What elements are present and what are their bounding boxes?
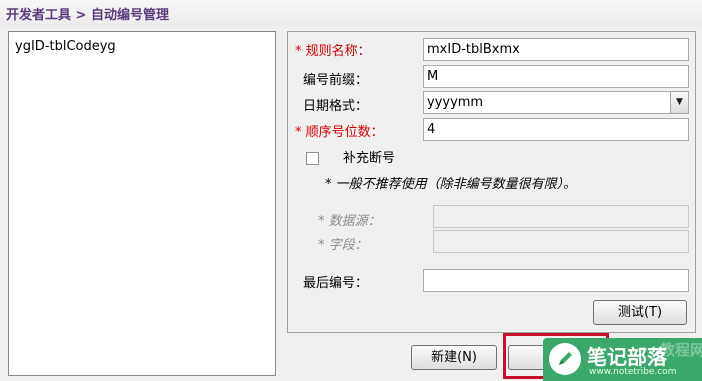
code-rule-list[interactable]: ygID-tblCodeyg	[8, 31, 276, 376]
last-number-input[interactable]	[423, 269, 689, 292]
rule-form-panel: * 规则名称： mxID-tblBxmx 编号前缀： M 日期格式： yyyym…	[287, 31, 696, 333]
rule-name-label-text: 规则名称：	[305, 44, 371, 59]
pen-icon	[549, 343, 581, 375]
test-button[interactable]: 测试(T)	[593, 300, 687, 325]
new-button[interactable]: 新建(N)	[411, 345, 497, 370]
data-source-input[interactable]	[433, 205, 689, 228]
breadcrumb: 开发者工具 > 自动编号管理	[6, 8, 169, 23]
watermark: 教程网 笔记部落 www.notetribe.com	[543, 338, 702, 381]
date-format-select[interactable]: yyyymm ▼	[423, 91, 689, 114]
date-format-label: 日期格式：	[303, 99, 369, 114]
pen-icon-svg	[559, 352, 572, 365]
seq-digits-label: * 顺序号位数：	[295, 121, 384, 140]
field-label: * 字段：	[318, 238, 368, 253]
title-bar: 开发者工具 > 自动编号管理	[0, 0, 702, 26]
fill-gap-checkbox[interactable]	[306, 152, 319, 165]
chevron-down-icon[interactable]: ▼	[670, 92, 688, 113]
date-format-value: yyyymm	[427, 95, 484, 110]
required-mark: *	[295, 44, 302, 59]
last-number-label: 最后编号：	[303, 276, 369, 291]
prefix-label: 编号前缀：	[303, 73, 369, 88]
fill-gap-note: * 一般不推荐使用（除非编号数量很有限）。	[325, 177, 577, 192]
fill-gap-label: 补充断号	[343, 151, 396, 166]
field-input[interactable]	[433, 230, 689, 253]
data-source-label: * 数据源：	[318, 214, 381, 229]
required-mark: *	[295, 125, 302, 140]
list-item[interactable]: ygID-tblCodeyg	[15, 39, 116, 54]
rule-name-label: * 规则名称：	[295, 40, 371, 59]
seq-digits-input[interactable]: 4	[423, 118, 689, 141]
rule-name-input[interactable]: mxID-tblBxmx	[423, 38, 689, 61]
prefix-input[interactable]: M	[423, 65, 689, 88]
watermark-url: www.notetribe.com	[589, 367, 677, 377]
watermark-title: 笔记部落	[587, 345, 667, 369]
seq-digits-label-text: 顺序号位数：	[305, 125, 384, 140]
